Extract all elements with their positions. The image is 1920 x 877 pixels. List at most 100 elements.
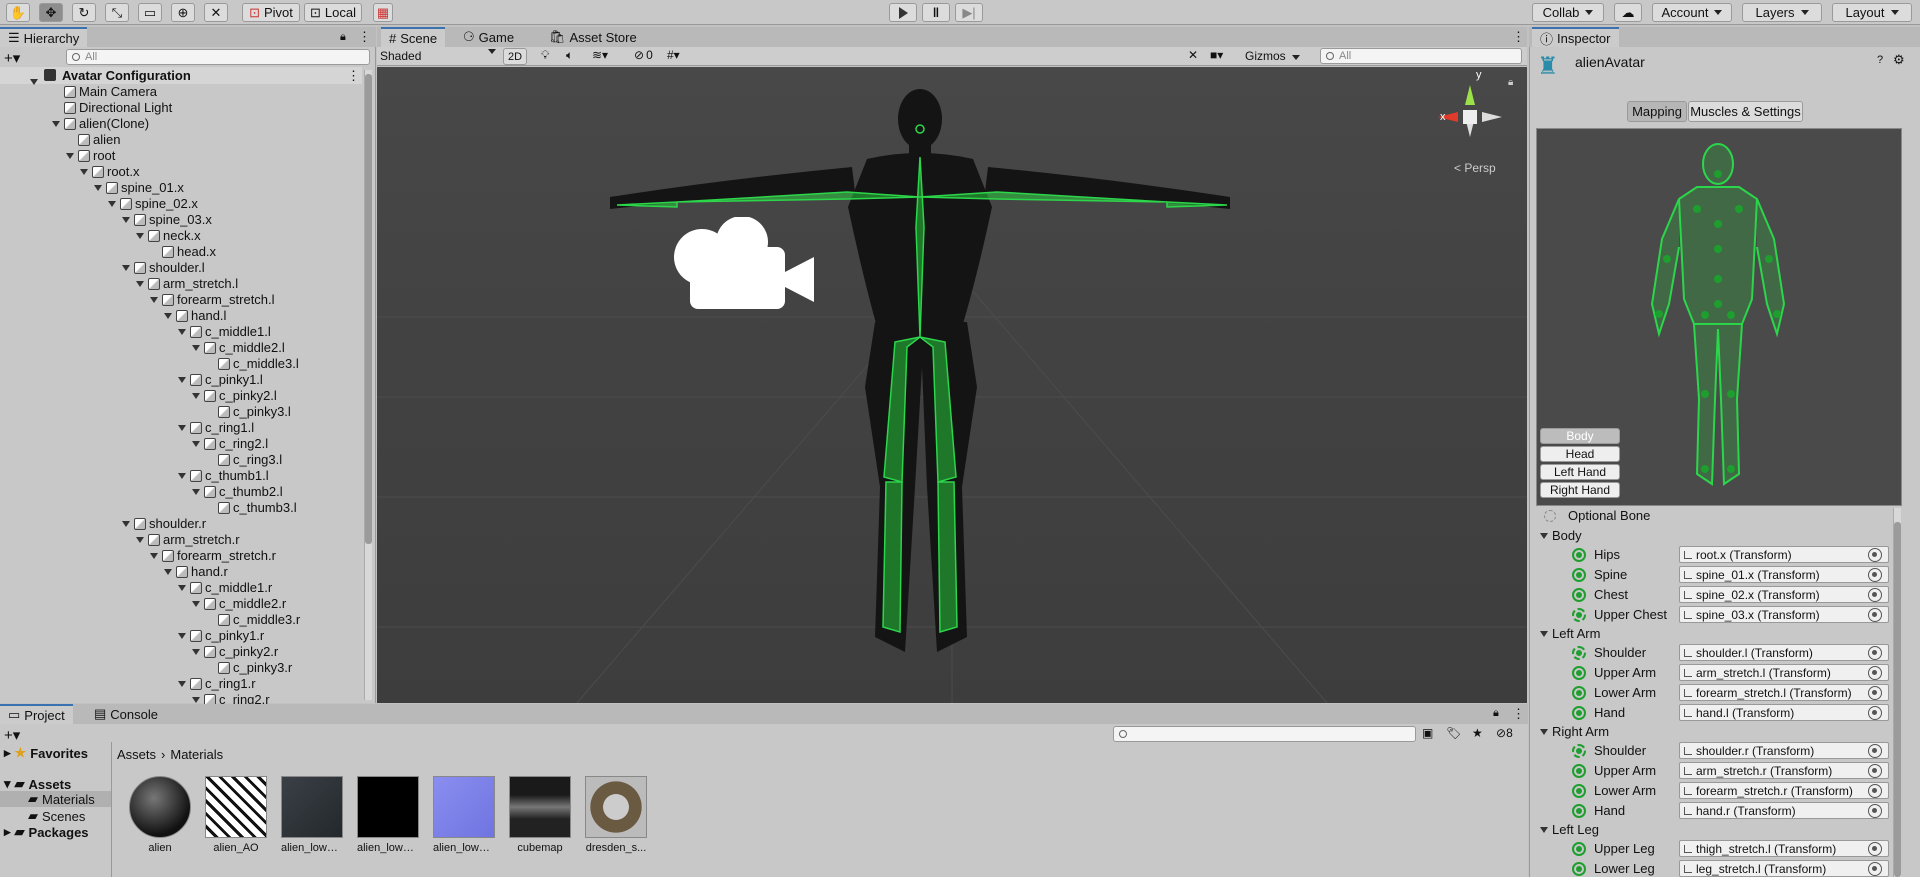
expand-arrow-icon[interactable]	[80, 169, 88, 175]
tab-console[interactable]: ▤ Console	[86, 704, 166, 724]
hierarchy-item[interactable]: spine_03.x	[122, 212, 212, 228]
head-view-button[interactable]: Head	[1540, 446, 1620, 462]
scene-menu-icon[interactable]: ⋮	[347, 68, 360, 84]
object-picker-icon[interactable]	[1868, 646, 1882, 660]
hierarchy-item[interactable]: c_pinky1.l	[178, 372, 263, 388]
hierarchy-item[interactable]: c_thumb3.l	[206, 500, 297, 516]
expand-arrow-icon[interactable]	[192, 345, 200, 351]
asset-item[interactable]: alien_low_al...	[357, 776, 419, 854]
projection-label[interactable]: < Persp	[1454, 161, 1496, 175]
lighting-toggle-icon[interactable]: 💡︎	[541, 48, 549, 63]
effects-toggle-icon[interactable]: ≋▾	[592, 48, 608, 62]
bone-transform-field[interactable]: spine_01.x (Transform)	[1679, 566, 1889, 583]
bone-transform-field[interactable]: hand.l (Transform)	[1679, 704, 1889, 721]
shading-mode-dropdown[interactable]: Shaded	[380, 49, 496, 63]
snap-toggle[interactable]: ▦	[373, 3, 393, 22]
object-picker-icon[interactable]	[1868, 842, 1882, 856]
hand-tool-button[interactable]: ✋	[6, 3, 30, 22]
inspector-scrollbar[interactable]	[1893, 508, 1901, 877]
expand-arrow-icon[interactable]	[136, 537, 144, 543]
object-picker-icon[interactable]	[1868, 784, 1882, 798]
tab-mapping[interactable]: Mapping	[1627, 101, 1687, 122]
scene-expand-arrow[interactable]	[30, 73, 42, 88]
bone-transform-field[interactable]: thigh_stretch.l (Transform)	[1679, 840, 1889, 857]
left-hand-view-button[interactable]: Left Hand	[1540, 464, 1620, 480]
hierarchy-item[interactable]: c_thumb2.l	[192, 484, 283, 500]
bone-transform-field[interactable]: shoulder.r (Transform)	[1679, 742, 1889, 759]
hierarchy-item[interactable]: shoulder.r	[122, 516, 206, 532]
filter-label-icon[interactable]: 🏷︎	[1446, 726, 1461, 740]
play-button[interactable]	[889, 3, 917, 22]
asset-item[interactable]: alien	[129, 776, 191, 854]
hierarchy-item[interactable]: c_middle1.r	[178, 580, 272, 596]
panel-menu-icon[interactable]: ⋮	[358, 29, 371, 45]
hierarchy-item[interactable]: forearm_stretch.r	[150, 548, 276, 564]
pivot-toggle[interactable]: ⊡ Pivot	[242, 3, 300, 22]
expand-arrow-icon[interactable]	[178, 425, 186, 431]
expand-arrow-icon[interactable]	[178, 329, 186, 335]
hidden-packages-toggle[interactable]: ⊘ 8	[1496, 726, 1513, 740]
hierarchy-item[interactable]: Main Camera	[52, 84, 157, 100]
bone-transform-field[interactable]: root.x (Transform)	[1679, 546, 1889, 563]
tree-materials[interactable]: ▰ Materials	[0, 791, 111, 807]
expand-arrow-icon[interactable]	[94, 185, 102, 191]
camera-settings-icon[interactable]: ■▾	[1210, 48, 1223, 62]
bone-transform-field[interactable]: spine_03.x (Transform)	[1679, 606, 1889, 623]
tab-scene[interactable]: # Scene	[381, 27, 446, 47]
tree-favorites[interactable]: ▸ ★ Favorites	[4, 745, 88, 761]
expand-arrow-icon[interactable]	[150, 297, 158, 303]
breadcrumb-assets[interactable]: Assets	[117, 747, 156, 762]
custom-tool-button[interactable]: ✕	[204, 3, 228, 22]
favorite-star-icon[interactable]: ★	[1472, 726, 1483, 740]
tab-muscles-settings[interactable]: Muscles & Settings	[1688, 101, 1803, 122]
tree-scenes[interactable]: ▰ Scenes	[28, 808, 85, 824]
bone-transform-field[interactable]: leg_stretch.l (Transform)	[1679, 860, 1889, 877]
expand-arrow-icon[interactable]	[178, 585, 186, 591]
bone-transform-field[interactable]: shoulder.l (Transform)	[1679, 644, 1889, 661]
object-picker-icon[interactable]	[1868, 608, 1882, 622]
hierarchy-item[interactable]: c_pinky3.r	[206, 660, 292, 676]
asset-item[interactable]: alien_AO	[205, 776, 267, 854]
object-picker-icon[interactable]	[1868, 568, 1882, 582]
camera-gizmo-icon[interactable]	[672, 217, 822, 317]
bone-section-header[interactable]: Left Leg	[1540, 822, 1599, 837]
hierarchy-item[interactable]: c_middle3.l	[206, 356, 299, 372]
asset-item[interactable]: alien_low_al...	[433, 776, 495, 854]
expand-arrow-icon[interactable]	[192, 489, 200, 495]
bone-section-header[interactable]: Left Arm	[1540, 626, 1600, 641]
bone-transform-field[interactable]: forearm_stretch.r (Transform)	[1679, 782, 1889, 799]
project-lock-icon[interactable]: 🔒︎	[1493, 707, 1499, 720]
hierarchy-item[interactable]: spine_01.x	[94, 180, 184, 196]
hierarchy-item[interactable]: spine_02.x	[108, 196, 198, 212]
bone-transform-field[interactable]: hand.r (Transform)	[1679, 802, 1889, 819]
tab-game[interactable]: ⚆ Game	[455, 27, 522, 47]
cloud-button[interactable]: ☁	[1614, 3, 1642, 22]
hierarchy-item[interactable]: alien(Clone)	[52, 116, 149, 132]
expand-arrow-icon[interactable]	[192, 649, 200, 655]
bone-section-header[interactable]: Right Arm	[1540, 724, 1609, 739]
breadcrumb-materials[interactable]: Materials	[170, 747, 223, 762]
hierarchy-item[interactable]: arm_stretch.l	[136, 276, 238, 292]
tab-project[interactable]: ▭ Project	[0, 704, 73, 724]
hierarchy-item[interactable]: hand.l	[164, 308, 226, 324]
expand-arrow-icon[interactable]	[192, 393, 200, 399]
rotate-tool-button[interactable]: ↻	[72, 3, 96, 22]
expand-arrow-icon[interactable]	[192, 441, 200, 447]
object-picker-icon[interactable]	[1868, 548, 1882, 562]
move-tool-button[interactable]: ✥	[39, 3, 63, 22]
hierarchy-item[interactable]: c_pinky2.l	[192, 388, 277, 404]
create-button[interactable]: +▾	[4, 49, 20, 67]
expand-arrow-icon[interactable]	[164, 313, 172, 319]
object-picker-icon[interactable]	[1868, 686, 1882, 700]
hierarchy-scrollbar[interactable]	[364, 70, 372, 700]
hierarchy-item[interactable]: c_ring1.r	[178, 676, 256, 692]
expand-arrow-icon[interactable]	[136, 281, 144, 287]
tab-hierarchy[interactable]: ☰ Hierarchy	[0, 27, 88, 47]
object-picker-icon[interactable]	[1868, 862, 1882, 876]
gizmo-lock-icon[interactable]: 🔒︎	[1508, 77, 1513, 88]
asset-item[interactable]: alien_low_al...	[281, 776, 343, 854]
layout-dropdown[interactable]: Layout	[1832, 3, 1912, 22]
expand-arrow-icon[interactable]	[192, 697, 200, 703]
expand-arrow-icon[interactable]	[178, 473, 186, 479]
step-button[interactable]: ▶|	[955, 3, 983, 22]
